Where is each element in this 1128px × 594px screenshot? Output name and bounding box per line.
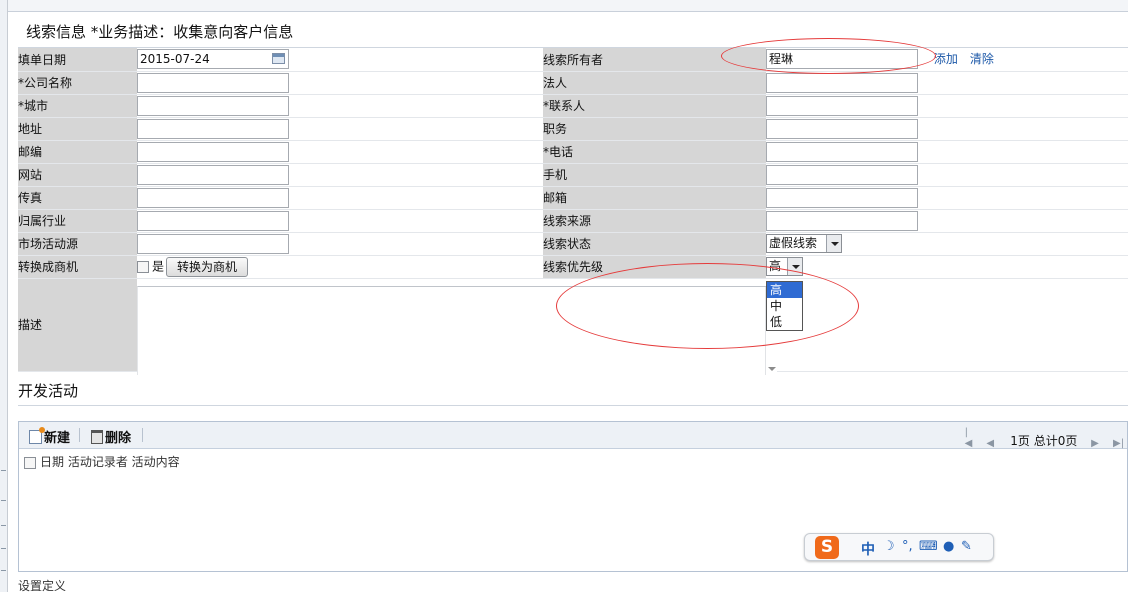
left-edge-strip — [0, 0, 8, 592]
address-input[interactable] — [137, 118, 289, 139]
owner-add-link[interactable]: 添加 — [934, 52, 958, 66]
prev-page-icon[interactable]: ◀ — [986, 438, 996, 449]
convert-checkbox-label: 是 — [152, 259, 165, 273]
label-lead-priority: 线索优先级 — [543, 255, 766, 279]
trash-icon — [91, 430, 103, 444]
delete-button-label: 删除 — [105, 431, 132, 446]
ime-mode[interactable]: 中 — [861, 539, 875, 559]
new-icon — [29, 427, 45, 444]
keyboard-icon[interactable]: ⌨ — [919, 539, 938, 554]
label-lead-source: 线索来源 — [543, 209, 766, 233]
ime-toolbar: S 中 ☽ °, ⌨ ● ✎ — [804, 533, 994, 561]
label-description: 描述 — [18, 278, 137, 372]
pager-text: 1页 总计0页 — [1010, 434, 1078, 448]
wrench-icon[interactable]: ✎ — [961, 539, 972, 554]
contact-input[interactable] — [766, 95, 918, 116]
website-input[interactable] — [137, 164, 289, 185]
moon-icon[interactable]: ☽ — [883, 539, 895, 554]
section-header: 线索信息 *业务描述：收集意向客户信息 — [18, 12, 1128, 48]
industry-input[interactable] — [137, 210, 289, 231]
lead-status-select[interactable]: 虚假线索 — [766, 234, 842, 253]
last-page-icon[interactable]: ▶| — [1113, 438, 1124, 449]
priority-option-medium[interactable]: 中 — [767, 298, 802, 314]
label-email: 邮箱 — [543, 186, 766, 210]
pager: |◀ ◀ 1页 总计0页 ▶ ▶| — [965, 427, 1124, 449]
priority-option-low[interactable]: 低 — [767, 314, 802, 330]
label-lead-owner: 线索所有者 — [543, 48, 766, 72]
new-button[interactable]: 新建 — [29, 427, 70, 446]
lead-status-value: 虚假线索 — [769, 236, 818, 250]
phone-input[interactable] — [766, 141, 918, 162]
convert-checkbox[interactable] — [137, 260, 149, 273]
grid-toolbar: 新建 删除 |◀ ◀ 1页 总计0页 ▶ ▶| — [19, 422, 1127, 449]
dev-activity-title: 开发活动 — [18, 382, 79, 400]
email-input[interactable] — [766, 187, 918, 208]
company-name-input[interactable] — [137, 72, 289, 93]
sogou-logo-icon[interactable]: S — [815, 536, 839, 559]
toolbar-separator — [142, 428, 143, 442]
lead-source-input[interactable] — [766, 210, 918, 231]
label-fax: 传真 — [18, 186, 137, 210]
delete-button[interactable]: 删除 — [91, 427, 131, 446]
label-postcode: 邮编 — [18, 140, 137, 164]
lead-priority-value: 高 — [769, 259, 782, 273]
top-bar — [8, 0, 1128, 12]
form-row-date: 填单日期 2015-07-24 线索所有者 程琳 添加 清除 — [18, 48, 1128, 72]
legal-person-input[interactable] — [766, 72, 918, 93]
priority-option-high[interactable]: 高 — [767, 282, 802, 298]
label-legal-person: 法人 — [543, 71, 766, 95]
punctuation-icon[interactable]: °, — [902, 539, 913, 554]
lead-priority-select[interactable]: 高 — [766, 257, 803, 276]
new-button-label: 新建 — [44, 431, 71, 446]
fax-input[interactable] — [137, 187, 289, 208]
label-contact: *联系人 — [543, 94, 766, 118]
label-fill-date: 填单日期 — [18, 48, 137, 72]
owner-clear-link[interactable]: 清除 — [970, 52, 994, 66]
label-phone: *电话 — [543, 140, 766, 164]
chevron-down-icon[interactable] — [826, 235, 841, 252]
city-input[interactable] — [137, 95, 289, 116]
position-input[interactable] — [766, 118, 918, 139]
toolbar-separator — [79, 428, 80, 442]
label-address: 地址 — [18, 117, 137, 141]
divider — [18, 405, 1128, 406]
label-lead-status: 线索状态 — [543, 232, 766, 256]
page-frame: 线索信息 *业务描述：收集意向客户信息 填单日期 2015-07-24 线索所有… — [0, 0, 1128, 593]
label-mobile: 手机 — [543, 163, 766, 187]
bottom-strip: 设置定义 — [8, 572, 1128, 593]
fill-date-input[interactable]: 2015-07-24 — [137, 49, 289, 70]
label-industry: 归属行业 — [18, 209, 137, 233]
label-position: 职务 — [543, 117, 766, 141]
postcode-input[interactable] — [137, 141, 289, 162]
lead-owner-input[interactable]: 程琳 — [766, 49, 918, 70]
next-page-icon[interactable]: ▶ — [1091, 438, 1101, 449]
label-city: *城市 — [18, 94, 137, 118]
lead-owner-value: 程琳 — [769, 52, 794, 67]
label-website: 网站 — [18, 163, 137, 187]
calendar-icon[interactable] — [272, 53, 285, 65]
chevron-down-icon[interactable] — [787, 258, 802, 275]
section-title: 线索信息 *业务描述：收集意向客户信息 — [26, 23, 294, 41]
fill-date-value: 2015-07-24 — [140, 52, 210, 67]
campaign-source-input[interactable] — [137, 233, 289, 254]
select-all-checkbox[interactable] — [24, 456, 36, 469]
grid-header: 日期 活动记录者 活动内容 — [24, 453, 180, 470]
label-convert: 转换成商机 — [18, 255, 137, 279]
mobile-input[interactable] — [766, 164, 918, 185]
label-campaign-source: 市场活动源 — [18, 232, 137, 256]
user-icon[interactable]: ● — [943, 539, 954, 554]
description-textarea[interactable] — [137, 286, 777, 375]
first-page-icon[interactable]: |◀ — [965, 427, 975, 449]
grid-header-text: 日期 活动记录者 活动内容 — [40, 455, 180, 469]
convert-to-opportunity-button[interactable]: 转换为商机 — [166, 256, 249, 277]
bottom-text: 设置定义 — [18, 579, 67, 593]
priority-dropdown-list: 高 中 低 — [766, 281, 803, 331]
label-company-name: *公司名称 — [18, 71, 137, 95]
